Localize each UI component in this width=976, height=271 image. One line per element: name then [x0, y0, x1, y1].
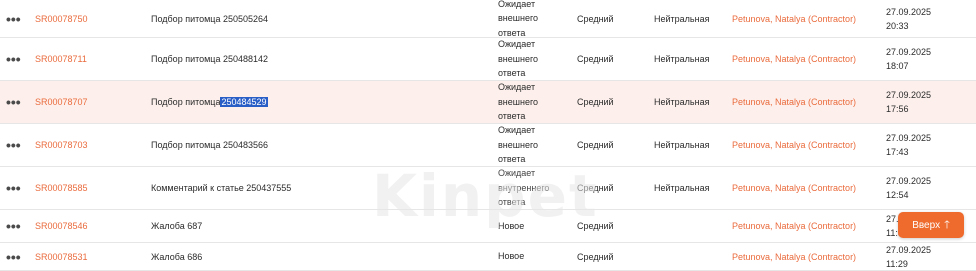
status-cell: Новое — [498, 210, 568, 242]
status-text: Ожидает — [498, 82, 536, 93]
date-cell: 27.09.2025 17:43 — [886, 124, 931, 166]
date-text: 27.09.2025 — [886, 244, 932, 255]
assignee-link[interactable]: Petunova, Natalya (Contractor) — [732, 167, 856, 209]
status-cell: Ожидает внешнего ответа — [498, 124, 568, 166]
table-row[interactable]: ••• SR00078546 Жалоба 687 Новое Средний Petun… — [0, 210, 976, 243]
date-cell: 27.09.2025 17:56 — [886, 81, 931, 123]
time-text: 20:33 — [886, 20, 909, 31]
arrow-up-icon: 🡑 — [944, 218, 950, 231]
request-id-link[interactable]: SR00078546 — [35, 210, 88, 242]
request-id-link[interactable]: SR00078707 — [35, 81, 88, 123]
sentiment-cell: Нейтральная — [654, 140, 710, 150]
priority-cell: Средний — [577, 251, 614, 262]
assignee-link[interactable]: Petunova, Natalya (Contractor) — [732, 124, 856, 166]
more-horizontal-icon[interactable]: ••• — [6, 210, 24, 242]
date-cell: 27.09.2025 11:29 — [886, 243, 931, 270]
priority-cell: Средний — [577, 221, 614, 231]
status-text: внутреннего — [498, 182, 550, 193]
more-horizontal-icon[interactable]: ••• — [6, 81, 24, 123]
table-row[interactable]: ••• SR00078585 Комментарий к статье 250437… — [0, 167, 976, 210]
scroll-to-top-label: Вверх — [912, 219, 941, 231]
priority-cell: Средний — [577, 13, 614, 24]
time-text: 12:54 — [886, 190, 909, 200]
table-row[interactable]: ••• SR00078707 Подбор питомца 250484529 Ожи… — [0, 81, 976, 124]
scroll-to-top-button[interactable]: Вверх 🡑 — [898, 212, 964, 238]
date-cell: 27.09.2025 12:54 — [886, 167, 931, 209]
sentiment-cell: Нейтральная — [654, 97, 710, 107]
status-text: Ожидает — [498, 39, 536, 50]
date-text: 27.09.2025 — [886, 47, 932, 57]
status-cell: Ожидает внешнего ответа — [498, 81, 568, 123]
sentiment-cell: Нейтральная — [654, 13, 710, 24]
table-row[interactable]: ••• SR00078711 Подбор питомца 250488142 Ожи… — [0, 38, 976, 81]
priority-cell: Средний — [577, 97, 614, 107]
status-text: Ожидает — [498, 0, 536, 9]
date-text: 27.09.2025 — [886, 176, 932, 186]
status-text: внешнего — [498, 53, 539, 64]
more-horizontal-icon[interactable]: ••• — [6, 124, 24, 166]
status-text: внешнего — [498, 139, 539, 150]
date-cell: 27.09.2025 18:07 — [886, 38, 931, 80]
date-text: 27.09.2025 — [886, 6, 932, 17]
request-id-link[interactable]: SR00078703 — [35, 124, 88, 166]
request-subject: Комментарий к статье 250437555 — [151, 183, 292, 193]
request-subject: Жалоба 687 — [151, 221, 203, 231]
priority-cell: Средний — [577, 183, 614, 193]
status-text: внешнего — [498, 13, 539, 24]
time-text: 17:43 — [886, 147, 909, 157]
status-text: Новое — [498, 251, 525, 262]
time-text: 17:56 — [886, 104, 909, 114]
sentiment-cell: Нейтральная — [654, 54, 710, 64]
more-horizontal-icon[interactable]: ••• — [6, 38, 24, 80]
time-text: 11:29 — [886, 258, 908, 269]
assignee-link[interactable]: Petunova, Natalya (Contractor) — [732, 81, 856, 123]
request-subject: Подбор питомца 250488142 — [151, 54, 269, 64]
table-row[interactable]: ••• SR00078750 Подбор питомца 250505264 Ожи… — [0, 0, 976, 38]
status-text: ответа — [498, 154, 526, 165]
more-horizontal-icon[interactable]: ••• — [6, 0, 24, 37]
request-id-link[interactable]: SR00078750 — [35, 0, 88, 37]
date-text: 27.09.2025 — [886, 133, 932, 143]
more-horizontal-icon[interactable]: ••• — [6, 167, 24, 209]
assignee-link[interactable]: Petunova, Natalya (Contractor) — [732, 0, 856, 37]
status-text: ответа — [498, 197, 526, 208]
status-text: Новое — [498, 220, 525, 231]
status-text: ответа — [498, 111, 526, 122]
request-subject: Подбор питомца 250484529 — [151, 81, 268, 123]
status-text: ответа — [498, 68, 526, 79]
request-subject: Подбор питомца 250505264 — [151, 13, 269, 24]
priority-cell: Средний — [577, 140, 614, 150]
selected-text: 250484529 — [220, 97, 268, 107]
status-text: внешнего — [498, 96, 539, 107]
status-cell: Ожидает внешнего ответа — [498, 0, 568, 38]
table-row[interactable]: ••• SR00078531 Жалоба 686 Новое Средний Petun… — [0, 243, 976, 271]
request-id-link[interactable]: SR00078711 — [35, 38, 87, 80]
request-subject: Подбор питомца 250483566 — [151, 140, 269, 150]
table-row[interactable]: ••• SR00078703 Подбор питомца 250483566 Ожи… — [0, 124, 976, 167]
status-text: Ожидает — [498, 168, 536, 179]
more-horizontal-icon[interactable]: ••• — [6, 243, 24, 270]
assignee-link[interactable]: Petunova, Natalya (Contractor) — [732, 38, 856, 80]
date-cell: 27.09.2025 20:33 — [886, 0, 931, 37]
request-subject: Жалоба 686 — [151, 251, 203, 262]
request-id-link[interactable]: SR00078531 — [35, 243, 88, 270]
date-text: 27.09.2025 — [886, 90, 932, 100]
sentiment-cell: Нейтральная — [654, 183, 710, 193]
subject-text: Подбор питомца — [151, 97, 221, 107]
assignee-link[interactable]: Petunova, Natalya (Contractor) — [732, 243, 856, 270]
time-text: 18:07 — [886, 61, 909, 71]
status-cell: Ожидает внутреннего ответа — [498, 167, 568, 209]
assignee-link[interactable]: Petunova, Natalya (Contractor) — [732, 210, 856, 242]
status-text: Ожидает — [498, 125, 536, 136]
request-id-link[interactable]: SR00078585 — [35, 167, 88, 209]
status-cell: Новое — [498, 243, 568, 270]
status-cell: Ожидает внешнего ответа — [498, 38, 568, 80]
priority-cell: Средний — [577, 54, 614, 64]
